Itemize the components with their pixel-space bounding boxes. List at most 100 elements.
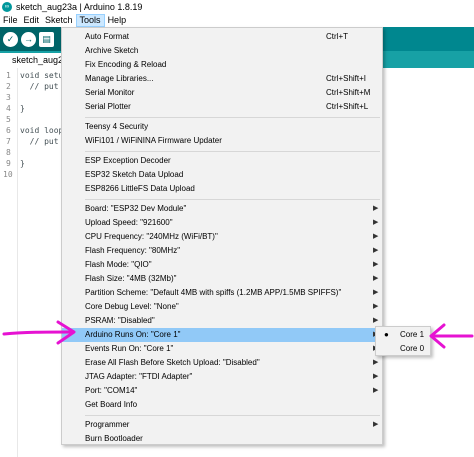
menu-item-shortcut: Ctrl+T [326,32,348,41]
menu-item-label: ESP32 Sketch Data Upload [85,170,184,179]
menu-item-label: Fix Encoding & Reload [85,60,167,69]
menu-item-flash-frequency[interactable]: Flash Frequency: "80MHz" ▶ [62,244,382,258]
menu-item-serial-plotter[interactable]: Serial Plotter Ctrl+Shift+L [62,100,382,114]
menu-item-flash-mode[interactable]: Flash Mode: "QIO" ▶ [62,258,382,272]
submenu-item-core-0[interactable]: Core 0 [376,342,430,356]
menu-bar: File Edit Sketch Tools Help [0,14,474,27]
line-number: 4 [6,104,11,113]
menu-item-serial-monitor[interactable]: Serial Monitor Ctrl+Shift+M [62,86,382,100]
submenu-item-label: Core 1 [400,330,425,339]
line-number: 8 [6,148,11,157]
menu-item-archive-sketch[interactable]: Archive Sketch [62,44,382,58]
annotation-arrow-right [429,323,474,349]
upload-button[interactable]: → [21,31,36,47]
menu-item-label: ESP8266 LittleFS Data Upload [85,184,195,193]
menu-item-psram[interactable]: PSRAM: "Disabled" ▶ [62,314,382,328]
chevron-right-icon: ▶ [373,233,379,240]
submenu-item-core-1[interactable]: ● Core 1 [376,328,430,342]
menu-help[interactable]: Help [105,14,130,27]
menu-item-cpu-frequency[interactable]: CPU Frequency: "240MHz (WiFi/BT)" ▶ [62,230,382,244]
menu-item-flash-size[interactable]: Flash Size: "4MB (32Mb)" ▶ [62,272,382,286]
menu-item-shortcut: Ctrl+Shift+L [326,102,369,111]
menu-item-label: WiFi101 / WiFiNINA Firmware Updater [85,136,222,145]
menu-item-jtag-adapter[interactable]: JTAG Adapter: "FTDI Adapter" ▶ [62,370,382,384]
menu-tools[interactable]: Tools [75,14,105,27]
line-number: 2 [6,82,11,91]
menu-item-events-run-on[interactable]: Events Run On: "Core 1" ▶ [62,342,382,356]
menu-item-esp8266-littlefs-upload[interactable]: ESP8266 LittleFS Data Upload [62,182,382,196]
title-bar: ∞ sketch_aug23a | Arduino 1.8.19 [0,0,474,14]
menu-item-shortcut: Ctrl+Shift+I [326,74,367,83]
new-sketch-button[interactable]: ▤ [39,31,54,47]
menu-item-board[interactable]: Board: "ESP32 Dev Module" ▶ [62,202,382,216]
menu-item-label: Serial Plotter [85,102,131,111]
line-number: 7 [6,137,11,146]
menu-item-esp-exception-decoder[interactable]: ESP Exception Decoder [62,154,382,168]
menu-separator [85,199,380,200]
chevron-right-icon: ▶ [373,205,379,212]
menu-item-arduino-runs-on[interactable]: Arduino Runs On: "Core 1" ▶ [62,328,382,342]
chevron-right-icon: ▶ [373,289,379,296]
menu-item-fix-encoding[interactable]: Fix Encoding & Reload [62,58,382,72]
menu-item-label: Programmer [85,420,130,429]
menu-item-label: Erase All Flash Before Sketch Upload: "D… [85,358,260,367]
line-number: 10 [3,170,13,179]
menu-item-label: Burn Bootloader [85,434,143,443]
menu-item-manage-libraries[interactable]: Manage Libraries... Ctrl+Shift+I [62,72,382,86]
menu-item-label: Archive Sketch [85,46,139,55]
line-number: 5 [6,115,11,124]
menu-file[interactable]: File [0,14,21,27]
menu-item-label: PSRAM: "Disabled" [85,316,155,325]
menu-item-partition-scheme[interactable]: Partition Scheme: "Default 4MB with spif… [62,286,382,300]
menu-separator [85,117,380,118]
menu-item-teensy-security[interactable]: Teensy 4 Security [62,120,382,134]
menu-item-label: Get Board Info [85,400,138,409]
menu-item-burn-bootloader[interactable]: Burn Bootloader [62,432,382,446]
line-number: 3 [6,93,11,102]
menu-edit[interactable]: Edit [21,14,43,27]
menu-item-label: Port: "COM14" [85,386,138,395]
arduino-logo-icon: ∞ [2,2,12,12]
code-line: } [20,159,25,168]
window-title: sketch_aug23a | Arduino 1.8.19 [16,2,143,12]
menu-item-wifi-firmware-updater[interactable]: WiFi101 / WiFiNINA Firmware Updater [62,134,382,148]
menu-item-label: Flash Mode: "QIO" [85,260,152,269]
menu-separator [85,151,380,152]
chevron-right-icon: ▶ [373,387,379,394]
chevron-right-icon: ▶ [373,421,379,428]
chevron-right-icon: ▶ [373,219,379,226]
chevron-right-icon: ▶ [373,359,379,366]
menu-item-label: Core Debug Level: "None" [85,302,179,311]
menu-item-label: Board: "ESP32 Dev Module" [85,204,187,213]
line-number-gutter: 1 2 3 4 5 6 7 8 9 10 [0,68,18,457]
menu-item-upload-speed[interactable]: Upload Speed: "921600" ▶ [62,216,382,230]
annotation-arrow-left [2,320,76,345]
menu-item-get-board-info[interactable]: Get Board Info [62,398,382,412]
verify-button[interactable]: ✓ [3,31,18,47]
line-number: 9 [6,159,11,168]
toolbar-right-area [380,27,474,51]
menu-item-label: JTAG Adapter: "FTDI Adapter" [85,372,193,381]
chevron-right-icon: ▶ [373,261,379,268]
menu-item-label: Events Run On: "Core 1" [85,344,174,353]
menu-sketch[interactable]: Sketch [42,14,76,27]
menu-item-auto-format[interactable]: Auto Format Ctrl+T [62,30,382,44]
menu-item-label: CPU Frequency: "240MHz (WiFi/BT)" [85,232,218,241]
menu-separator [85,415,380,416]
menu-item-shortcut: Ctrl+Shift+M [326,88,371,97]
menu-item-core-debug-level[interactable]: Core Debug Level: "None" ▶ [62,300,382,314]
line-number: 1 [6,71,11,80]
menu-item-label: Upload Speed: "921600" [85,218,173,227]
tab-sketch[interactable]: sketch_aug23a [0,53,73,68]
menu-item-label: Flash Size: "4MB (32Mb)" [85,274,177,283]
chevron-right-icon: ▶ [373,247,379,254]
tools-menu-dropdown: Auto Format Ctrl+T Archive Sketch Fix En… [61,27,383,445]
menu-item-erase-all-flash[interactable]: Erase All Flash Before Sketch Upload: "D… [62,356,382,370]
menu-item-label: Flash Frequency: "80MHz" [85,246,181,255]
menu-item-label: Manage Libraries... [85,74,154,83]
menu-item-esp32-data-upload[interactable]: ESP32 Sketch Data Upload [62,168,382,182]
menu-item-programmer[interactable]: Programmer ▶ [62,418,382,432]
menu-item-label: Partition Scheme: "Default 4MB with spif… [85,288,342,297]
menu-item-port[interactable]: Port: "COM14" ▶ [62,384,382,398]
menu-item-label: Arduino Runs On: "Core 1" [85,330,181,339]
